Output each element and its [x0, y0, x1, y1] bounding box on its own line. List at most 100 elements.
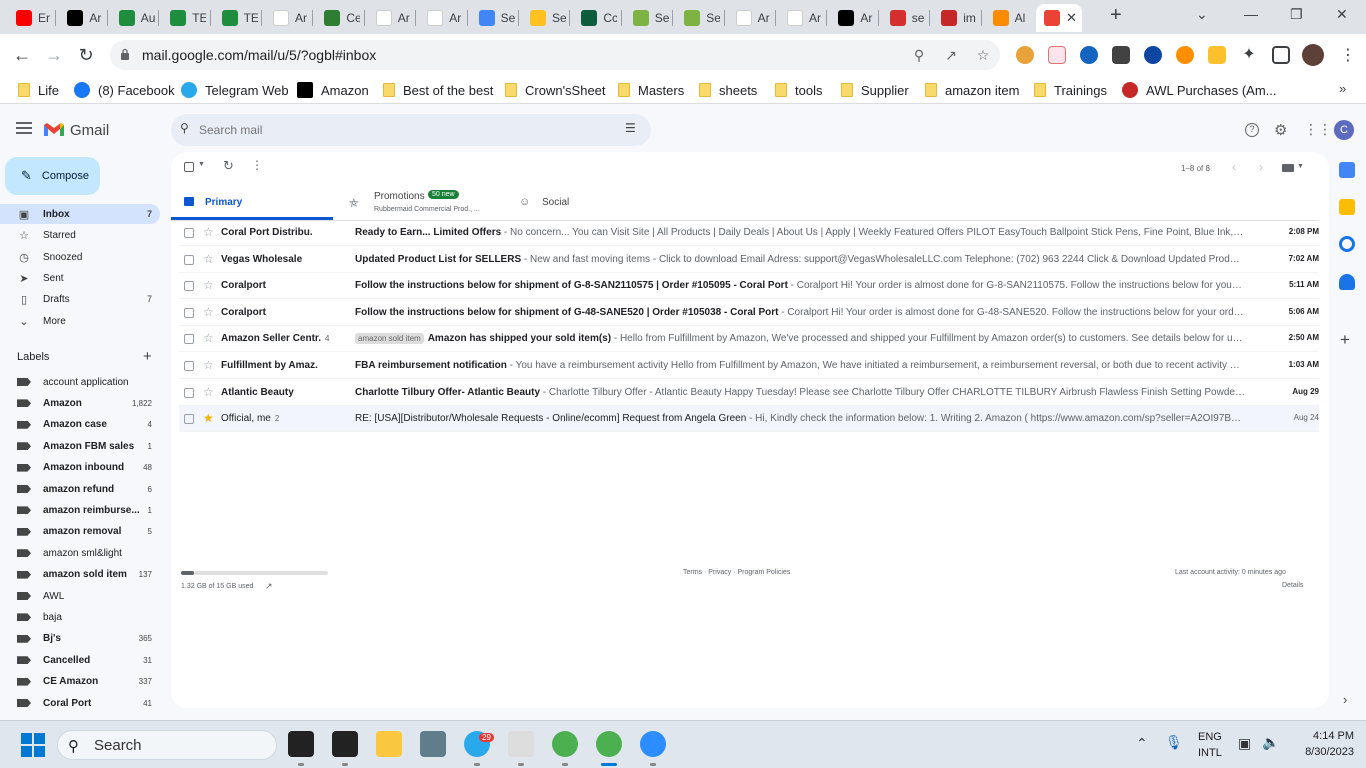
extension-icon[interactable]	[1176, 46, 1194, 64]
app-icon[interactable]	[288, 731, 314, 757]
browser-tab[interactable]: Ar	[59, 4, 103, 32]
browser-tab[interactable]: Ar	[830, 4, 874, 32]
extension-icon[interactable]	[1208, 46, 1226, 64]
microphone-icon[interactable]: 🎙	[1165, 734, 1183, 751]
email-row[interactable]: ☆ Coralport Follow the instructions below …	[179, 300, 1319, 326]
label-item[interactable]: amazon sold item 137	[0, 565, 160, 585]
hamburger-menu-icon[interactable]	[16, 122, 32, 134]
label-item[interactable]: amazon refund 6	[0, 479, 160, 499]
star-icon[interactable]: ☆	[203, 305, 214, 319]
star-icon[interactable]: ☆	[203, 331, 214, 345]
taskbar-search[interactable]: ⚲ Search	[57, 730, 277, 760]
nav-item-snoozed[interactable]: ◷ Snoozed	[0, 247, 160, 267]
extension-icon[interactable]	[1080, 46, 1098, 64]
search-bar[interactable]: ⚲ ☰	[171, 114, 651, 146]
browser-tab[interactable]: Ce	[316, 4, 360, 32]
add-label-icon[interactable]: +	[143, 348, 152, 365]
browser-tab[interactable]: Se	[471, 4, 515, 32]
label-item[interactable]: Amazon FBM sales 1	[0, 436, 160, 456]
label-item[interactable]: baja	[0, 607, 160, 627]
clock-time[interactable]: 4:14 PM	[1296, 730, 1354, 742]
next-page-icon[interactable]: ›	[1259, 160, 1263, 174]
label-item[interactable]: amazon reimburse... 1	[0, 500, 160, 520]
star-icon[interactable]: ★	[203, 411, 214, 425]
email-row[interactable]: ☆ Coralport Follow the instructions below …	[179, 273, 1319, 300]
label-item[interactable]: Amazon case 4	[0, 415, 160, 435]
input-tools-dropdown-icon[interactable]: ▼	[1297, 163, 1304, 170]
select-dropdown-icon[interactable]: ▼	[198, 161, 205, 168]
details-link[interactable]: Details	[1282, 582, 1303, 589]
extension-icon[interactable]	[1016, 46, 1034, 64]
select-all-checkbox[interactable]	[184, 162, 194, 172]
label-item[interactable]: Coral Port 41	[0, 693, 160, 713]
label-item[interactable]: Bj's 365	[0, 629, 160, 649]
browser-tab[interactable]: im	[933, 4, 977, 32]
browser-tab[interactable]: Ar	[368, 4, 412, 32]
browser-tab[interactable]: Se	[676, 4, 720, 32]
add-addon-icon[interactable]: +	[1340, 330, 1350, 350]
puzzle-icon[interactable]: ✦	[1240, 46, 1258, 64]
star-icon[interactable]: ☆	[203, 252, 214, 266]
row-checkbox[interactable]	[184, 307, 194, 318]
zoom-lens-icon[interactable]: ⚲	[910, 46, 928, 64]
row-checkbox[interactable]	[184, 334, 194, 345]
forward-icon[interactable]: →	[42, 43, 66, 67]
calculator-icon[interactable]	[420, 731, 446, 757]
menu-dots-icon[interactable]: ⋮	[1336, 43, 1360, 67]
open-external-icon[interactable]: ↗	[265, 581, 273, 592]
tab-search-icon[interactable]: ⌄	[1196, 6, 1208, 23]
email-row[interactable]: ☆ Vegas Wholesale Updated Product List for…	[179, 247, 1319, 273]
calendar-icon[interactable]	[1339, 162, 1355, 178]
nav-item-sent[interactable]: ➤ Sent	[0, 268, 160, 288]
tasks-icon[interactable]	[1339, 236, 1355, 252]
profile-avatar[interactable]	[1302, 44, 1324, 66]
bookmark-item[interactable]: sheets	[699, 81, 757, 99]
tray-expand-icon[interactable]: ⌃	[1136, 735, 1148, 752]
close-window-icon[interactable]: ✕	[1336, 6, 1348, 23]
hide-side-panel-icon[interactable]: ›	[1343, 692, 1347, 707]
maximize-icon[interactable]: ❐	[1290, 6, 1303, 23]
star-icon[interactable]: ☆	[203, 278, 214, 292]
windows-start-icon[interactable]	[21, 733, 45, 757]
network-icon[interactable]: ▣	[1238, 735, 1251, 752]
label-item[interactable]: amazon sml&light	[0, 543, 160, 563]
star-icon[interactable]: ☆	[203, 225, 214, 239]
row-checkbox[interactable]	[184, 254, 194, 265]
browser-tab[interactable]: TE	[162, 4, 206, 32]
side-panel-icon[interactable]	[1272, 46, 1290, 64]
prev-page-icon[interactable]: ‹	[1232, 160, 1236, 174]
compose-button[interactable]: ✎ Compose	[5, 157, 100, 195]
bookmark-item[interactable]: (8) Facebook	[74, 81, 175, 99]
tab-gmail-active[interactable]: ✕	[1036, 4, 1082, 32]
bookmark-item[interactable]: Amazon	[297, 81, 369, 99]
nav-item-more[interactable]: ⌄ More	[0, 311, 160, 331]
search-input[interactable]	[199, 120, 599, 140]
lang-primary[interactable]: ENG	[1198, 731, 1222, 743]
browser-tab[interactable]: Se	[625, 4, 669, 32]
star-icon[interactable]: ☆	[203, 358, 214, 372]
bookmark-item[interactable]: Best of the best	[383, 81, 493, 99]
bookmark-item[interactable]: tools	[775, 81, 822, 99]
browser-tab[interactable]: Ar	[728, 4, 772, 32]
star-icon[interactable]: ☆	[203, 385, 214, 399]
browser-tab[interactable]: Ar	[265, 4, 309, 32]
bookmark-item[interactable]: Trainings	[1034, 81, 1107, 99]
bookmark-item[interactable]: amazon item	[925, 81, 1019, 99]
label-item[interactable]: amazon removal 5	[0, 522, 160, 542]
browser-tab[interactable]: Al	[985, 4, 1029, 32]
email-row[interactable]: ☆ Atlantic Beauty Charlotte Tilbury Offer-…	[179, 380, 1319, 406]
browser-tab[interactable]: Er	[8, 4, 52, 32]
browser-tab[interactable]: Au	[111, 4, 155, 32]
nav-item-drafts[interactable]: ▯ Drafts 7	[0, 289, 160, 309]
label-item[interactable]: CE Amazon 337	[0, 672, 160, 692]
zoom-icon[interactable]	[640, 731, 666, 757]
keep-icon[interactable]	[1339, 199, 1355, 215]
browser-tab[interactable]: Ar	[779, 4, 823, 32]
share-icon[interactable]: ↗	[942, 46, 960, 64]
bookmark-item[interactable]: Life	[18, 81, 59, 99]
filter-options-icon[interactable]: ☰	[625, 121, 636, 135]
search-icon[interactable]: ⚲	[180, 121, 189, 135]
settings-gear-icon[interactable]: ⚙	[1274, 121, 1287, 139]
browser-tab[interactable]: TE	[214, 4, 258, 32]
new-tab-icon[interactable]: +	[1110, 4, 1122, 27]
